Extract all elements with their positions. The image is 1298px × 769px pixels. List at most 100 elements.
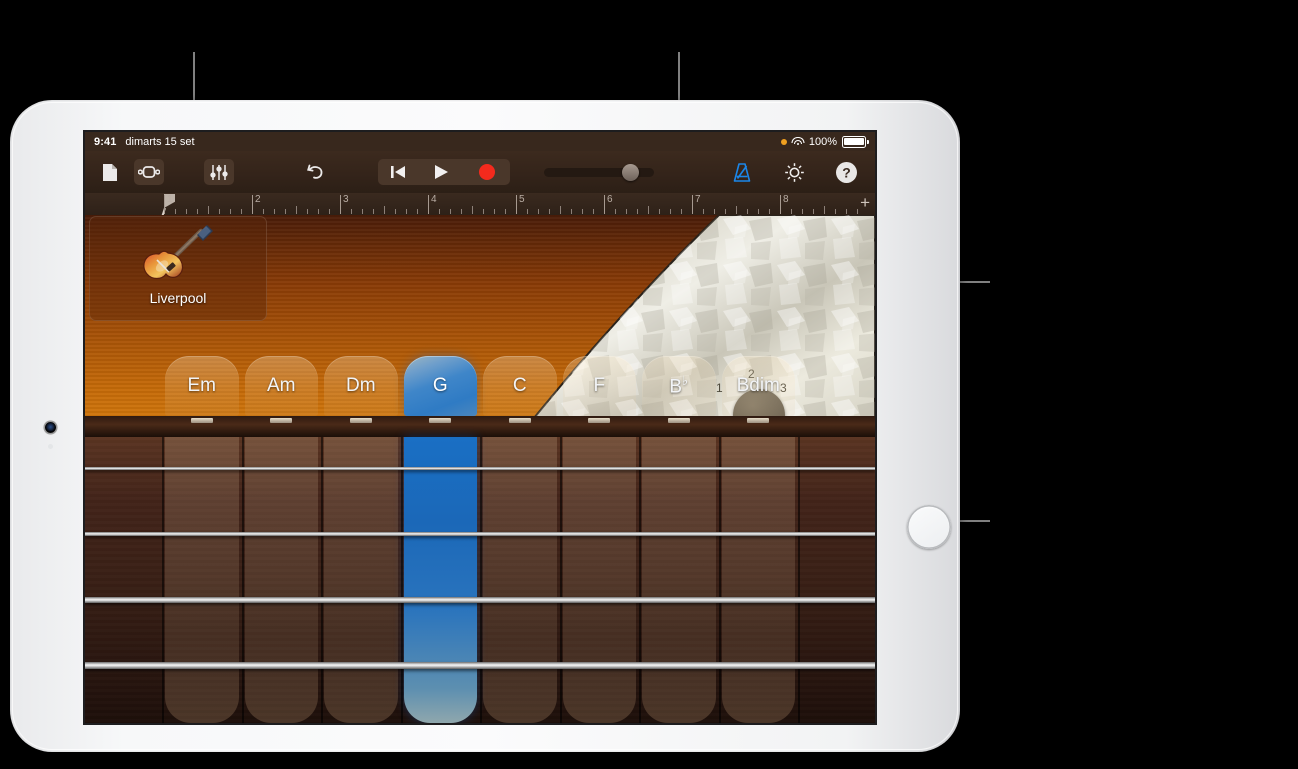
record-icon[interactable]: [464, 159, 510, 185]
undo-icon[interactable]: [300, 159, 330, 185]
bass-fretboard[interactable]: [85, 437, 875, 723]
help-icon[interactable]: ?: [831, 159, 861, 185]
play-icon[interactable]: [418, 159, 464, 185]
ruler-tick-minor: [648, 206, 649, 214]
fret-divider: [400, 437, 403, 723]
track-controls-icon[interactable]: [204, 159, 234, 185]
chord-button-g[interactable]: G: [403, 356, 477, 416]
ruler-tick-minor: [835, 209, 836, 214]
ruler-tick-minor: [296, 206, 297, 214]
ruler-tick-minor: [197, 209, 198, 214]
ruler-tick-minor: [274, 209, 275, 214]
chord-label: Am: [267, 375, 296, 396]
chord-label: C: [512, 375, 527, 396]
ruler-tick-major: [692, 195, 693, 214]
ruler-tick-minor: [857, 209, 858, 214]
ruler-tick-minor: [417, 209, 418, 214]
instrument-card[interactable]: Liverpool: [89, 216, 267, 321]
ruler-tick-minor: [824, 206, 825, 214]
master-volume-slider[interactable]: [544, 163, 654, 181]
fret-divider: [480, 437, 482, 723]
bridge-saddle: [270, 418, 293, 423]
bridge-saddle: [349, 418, 372, 423]
ruler-tick-major: [780, 195, 781, 214]
ruler-tick-minor: [395, 209, 396, 214]
main-toolbar: ?: [85, 151, 875, 193]
ruler-tick-minor: [406, 209, 407, 214]
ruler-tick-minor: [384, 206, 385, 214]
fretboard-chord-column-am[interactable]: [244, 437, 318, 723]
ruler-tick-minor: [450, 209, 451, 214]
bridge-saddle: [508, 418, 531, 423]
go-to-beginning-icon[interactable]: [378, 159, 418, 185]
ruler-tick-minor: [615, 209, 616, 214]
fretboard-chord-column-g[interactable]: [403, 437, 477, 723]
chord-column-surface: [244, 437, 318, 723]
timeline-ruler[interactable]: 1 2 3 4 5 6 7 8 +: [85, 193, 875, 216]
chord-column-surface: [165, 437, 239, 723]
ruler-bar-label: 7: [695, 194, 701, 205]
fretboard-chord-column-bdim[interactable]: [721, 437, 795, 723]
chord-label: B♭: [669, 373, 689, 398]
ruler-tick-minor: [175, 209, 176, 214]
status-right-group: 100%: [780, 135, 869, 148]
ruler-tick-minor: [461, 209, 462, 214]
chord-button-dm[interactable]: Dm: [324, 356, 398, 416]
chord-label: Bdim: [736, 375, 780, 396]
add-section-button[interactable]: +: [860, 194, 870, 212]
ruler-tick-minor: [241, 209, 242, 214]
settings-gear-icon[interactable]: [779, 159, 809, 185]
fretboard-chord-column-c[interactable]: [483, 437, 557, 723]
recording-indicator-icon: [780, 138, 787, 145]
bass-string-3[interactable]: [85, 597, 875, 603]
ruler-tick-minor: [813, 209, 814, 214]
metronome-icon[interactable]: [727, 159, 757, 185]
ruler-bar-label: 8: [783, 194, 789, 205]
chord-button-f[interactable]: F: [562, 356, 636, 416]
fretboard-chord-column-b[interactable]: [642, 437, 716, 723]
ruler-tick-minor: [670, 209, 671, 214]
ruler-tick-minor: [285, 209, 286, 214]
home-button[interactable]: [907, 505, 951, 549]
chord-button-em[interactable]: Em: [165, 356, 239, 416]
ruler-tick-minor: [318, 209, 319, 214]
ruler-tick-minor: [571, 209, 572, 214]
bass-string-4[interactable]: [85, 662, 875, 669]
bass-string-1[interactable]: [85, 467, 875, 470]
chord-button-am[interactable]: Am: [244, 356, 318, 416]
chord-column-surface: [562, 437, 636, 723]
fret-divider: [162, 437, 164, 723]
wifi-icon: [791, 136, 805, 147]
battery-full-icon: [842, 135, 869, 148]
loop-browser-icon[interactable]: [134, 159, 164, 185]
fretboard-chord-column-em[interactable]: [165, 437, 239, 723]
chord-button-c[interactable]: C: [483, 356, 557, 416]
ruler-bar-label: 3: [343, 194, 349, 205]
ruler-tick-minor: [725, 209, 726, 214]
ruler-tick-minor: [230, 209, 231, 214]
ruler-tick-minor: [186, 209, 187, 214]
ruler-tick-minor: [549, 209, 550, 214]
volume-slider-handle[interactable]: [622, 163, 639, 181]
chord-strip: Em Am Dm G C F B♭ Bdim: [85, 356, 875, 418]
bass-string-2[interactable]: [85, 532, 875, 536]
chord-label: Em: [187, 375, 217, 396]
ruler-bar-label: 6: [607, 194, 613, 205]
fretboard-chord-column-dm[interactable]: [324, 437, 398, 723]
bridge-saddle: [747, 418, 770, 423]
chord-column-surface: [642, 437, 716, 723]
chord-button-b[interactable]: B♭: [642, 356, 716, 416]
fretboard-chord-column-f[interactable]: [562, 437, 636, 723]
ruler-tick-minor: [472, 206, 473, 214]
chord-button-bdim[interactable]: Bdim: [721, 356, 795, 416]
document-icon[interactable]: [95, 159, 125, 185]
ruler-tick-minor: [637, 209, 638, 214]
fret-divider: [639, 437, 641, 723]
ruler-tick-minor: [307, 209, 308, 214]
bridge-saddle: [429, 418, 452, 423]
chord-column-surface: [403, 437, 477, 723]
toolbar-right-group: ?: [727, 159, 861, 185]
bass-guitar-icon: [135, 222, 221, 288]
svg-text:?: ?: [842, 164, 851, 180]
ruler-tick-minor: [362, 209, 363, 214]
